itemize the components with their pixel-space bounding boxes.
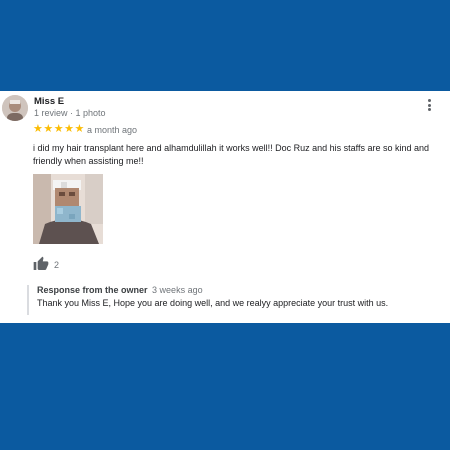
review-photo[interactable] <box>33 174 103 244</box>
like-count: 2 <box>54 260 60 270</box>
owner-response: Response from the owner 3 weeks ago Than… <box>27 285 441 315</box>
thumbs-up-icon[interactable] <box>33 256 49 272</box>
review-card: Miss E 1 review · 1 photo ★★★★★ a month … <box>0 91 450 323</box>
owner-response-time: 3 weeks ago <box>152 285 203 295</box>
review-time: a month ago <box>87 125 138 135</box>
avatar[interactable] <box>2 95 28 121</box>
review-text: i did my hair transplant here and alhamd… <box>33 143 430 166</box>
more-vert-icon[interactable] <box>424 99 434 113</box>
owner-response-header: Response from the owner 3 weeks ago <box>37 285 203 295</box>
owner-response-text: Thank you Miss E, Hope you are doing wel… <box>37 298 389 308</box>
author-meta: 1 review · 1 photo <box>34 108 106 118</box>
owner-response-title: Response from the owner <box>37 285 148 295</box>
star-rating: ★★★★★ <box>33 123 85 135</box>
author-name[interactable]: Miss E <box>34 96 64 107</box>
